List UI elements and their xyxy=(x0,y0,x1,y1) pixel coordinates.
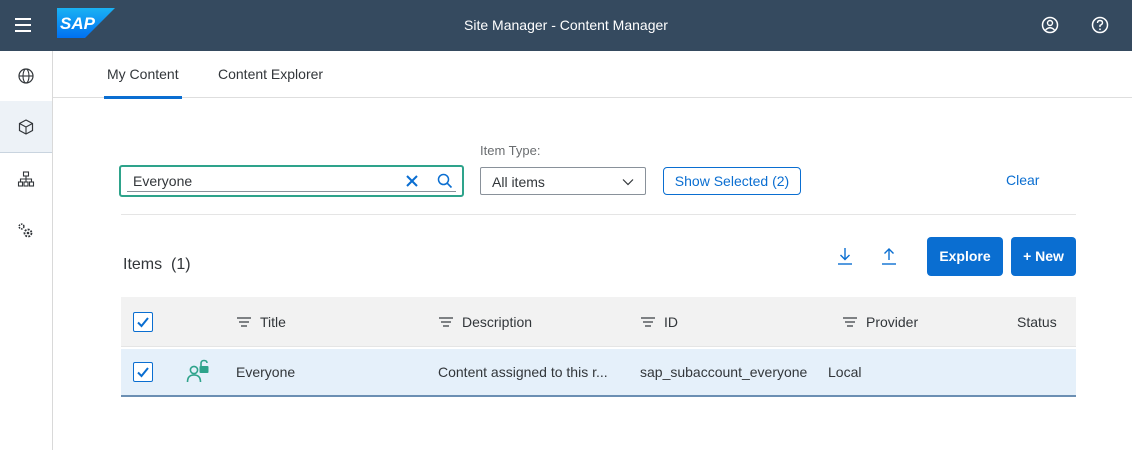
clear-button[interactable]: Clear xyxy=(1006,172,1039,188)
tab-content-explorer[interactable]: Content Explorer xyxy=(218,51,323,98)
sidebar-item-sites[interactable] xyxy=(0,51,52,101)
chevron-down-icon xyxy=(622,179,634,186)
search-input[interactable] xyxy=(133,170,393,192)
globe-icon xyxy=(18,68,34,84)
checkmark-icon xyxy=(137,367,149,378)
column-header-provider[interactable]: Provider xyxy=(842,297,918,346)
sidebar-item-content[interactable] xyxy=(0,101,52,153)
clear-search-icon[interactable] xyxy=(402,171,422,191)
items-count: (1) xyxy=(171,256,191,273)
row-type-cell xyxy=(185,349,213,395)
row-description: Content assigned to this r... xyxy=(438,364,608,380)
column-header-id[interactable]: ID xyxy=(640,297,678,346)
column-header-status[interactable]: Status xyxy=(1017,297,1057,346)
column-header-description[interactable]: Description xyxy=(438,297,532,346)
explore-button[interactable]: Explore xyxy=(927,237,1003,276)
shell-bar: SAP Site Manager - Content Manager xyxy=(0,0,1132,51)
filter-lines-icon xyxy=(641,316,655,327)
new-button[interactable]: + New xyxy=(1011,237,1076,276)
role-unlocked-icon xyxy=(186,359,209,383)
column-status-label: Status xyxy=(1017,313,1057,330)
row-select-cell xyxy=(133,349,153,395)
checkmark-icon xyxy=(137,316,149,327)
column-title-label: Title xyxy=(260,313,286,330)
row-title: Everyone xyxy=(236,364,296,380)
table-row[interactable]: Everyone Content assigned to this r... s… xyxy=(121,349,1076,397)
divider xyxy=(121,214,1076,215)
page-title: Site Manager - Content Manager xyxy=(464,17,668,33)
user-profile-icon[interactable] xyxy=(1039,14,1061,36)
settings-cogs-icon xyxy=(18,223,33,238)
hierarchy-icon xyxy=(17,171,35,187)
search-icon[interactable] xyxy=(435,171,455,191)
tab-my-content[interactable]: My Content xyxy=(104,51,182,99)
column-provider-label: Provider xyxy=(866,313,919,330)
row-checkbox[interactable] xyxy=(133,362,153,382)
table-header: Title Description ID Provider Status xyxy=(121,297,1076,347)
item-type-select[interactable]: All items xyxy=(480,167,646,195)
filter-lines-icon xyxy=(843,316,857,327)
column-id-label: ID xyxy=(664,313,678,330)
download-icon[interactable] xyxy=(831,242,859,270)
item-type-value: All items xyxy=(492,174,545,190)
column-header-title[interactable]: Title xyxy=(236,297,286,346)
show-selected-button[interactable]: Show Selected (2) xyxy=(663,167,801,195)
side-navigation xyxy=(0,51,53,450)
search-underline xyxy=(127,191,456,192)
select-all-checkbox[interactable] xyxy=(133,311,153,332)
sidebar-item-settings[interactable] xyxy=(0,206,52,256)
sap-logo-text: SAP xyxy=(60,14,96,33)
upload-icon[interactable] xyxy=(875,242,903,270)
tab-bar: My Content Content Explorer xyxy=(53,51,1132,99)
cube-icon xyxy=(18,118,34,135)
select-all-cell xyxy=(133,297,153,346)
column-description-label: Description xyxy=(462,313,533,330)
filter-lines-icon xyxy=(237,316,251,327)
item-type-label: Item Type: xyxy=(480,143,541,158)
table-title: Items (1) xyxy=(123,256,191,274)
search-field[interactable] xyxy=(119,165,464,197)
sap-logo[interactable]: SAP xyxy=(57,8,115,38)
row-id: sap_subaccount_everyone xyxy=(640,364,808,380)
row-provider: Local xyxy=(828,364,862,380)
sidebar-item-channels[interactable] xyxy=(0,154,52,204)
menu-icon[interactable] xyxy=(12,14,34,36)
help-icon[interactable] xyxy=(1089,14,1111,36)
filter-lines-icon xyxy=(439,316,453,327)
items-title-label: Items xyxy=(123,256,163,273)
